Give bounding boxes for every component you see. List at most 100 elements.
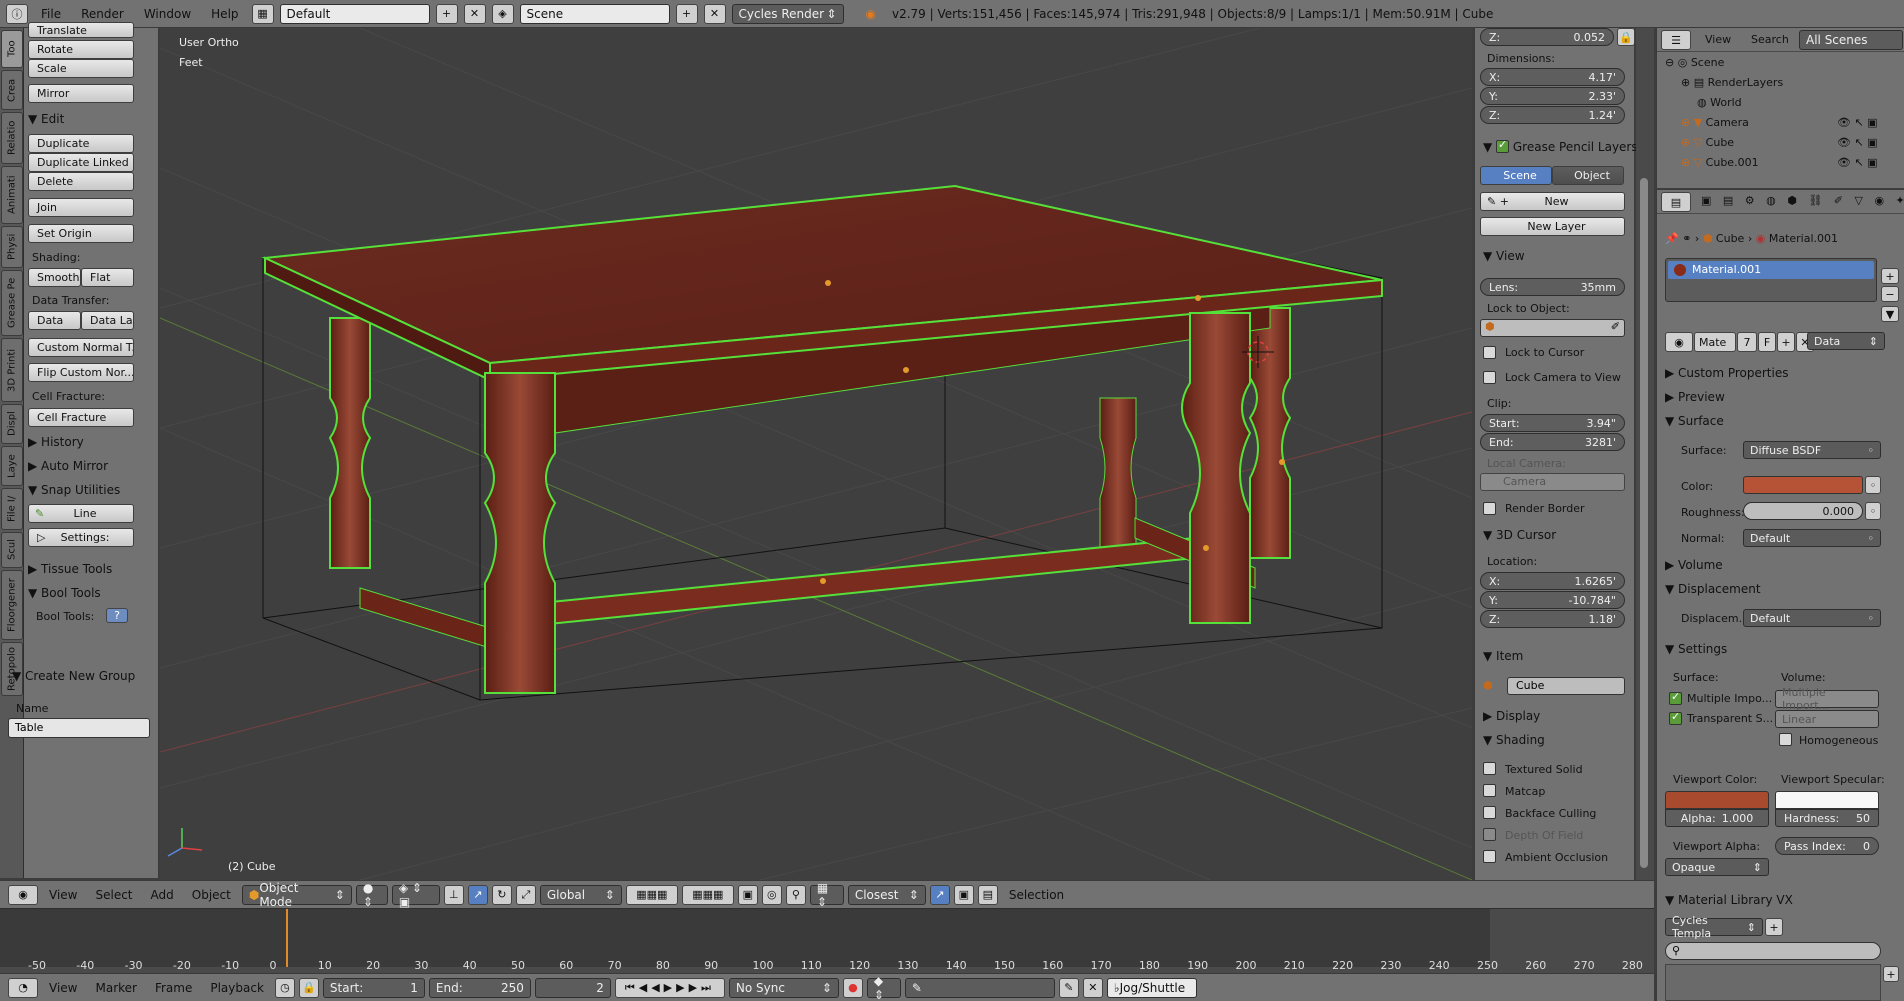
cursor-z-field[interactable]: Z: 1.18' (1480, 610, 1625, 628)
render-border-checkbox[interactable] (1483, 502, 1496, 515)
pass-index-field[interactable]: Pass Index: 0 (1775, 837, 1879, 855)
delete-keyframe-icon[interactable]: ✕ (1082, 977, 1103, 998)
remove-slot-icon[interactable]: − (1881, 286, 1899, 302)
snap-settings-button[interactable]: ▷ Settings: (28, 528, 134, 547)
custom-properties-header[interactable]: ▶ Custom Properties (1665, 366, 1788, 380)
3d-viewport[interactable]: User Ortho Feet (2) Cube (160, 28, 1472, 880)
scrollbar-thumb[interactable] (1640, 178, 1648, 868)
data-layout-button[interactable]: Data La (81, 311, 134, 330)
add-layout-icon[interactable]: + (435, 3, 458, 24)
pivot-select[interactable]: ◈ ⇕ ▣ (391, 881, 440, 909)
menu-frame[interactable]: Frame (148, 981, 199, 995)
start-frame-field[interactable]: Start: 1 (322, 977, 425, 998)
3d-view-editor-icon[interactable]: ◉ (8, 884, 38, 905)
custom-normal-button[interactable]: Custom Normal T... (28, 338, 134, 357)
matcap-checkbox[interactable] (1483, 784, 1496, 797)
material-slot[interactable]: Material.001 (1668, 261, 1874, 279)
node-link-icon[interactable]: ◦ (1865, 476, 1881, 494)
scene-select[interactable]: Scene (519, 3, 670, 24)
tab-file-io[interactable]: File I/ (1, 488, 23, 530)
material-slot-list[interactable]: Material.001 (1665, 258, 1877, 302)
material-name-field[interactable]: Mate (1694, 332, 1736, 352)
tab-3d-printing[interactable]: 3D Printi (1, 338, 23, 402)
new-material-icon[interactable]: + (1777, 332, 1795, 352)
settings-header[interactable]: ▼ Settings (1665, 642, 1727, 656)
cursor-x-field[interactable]: X: 1.6265' (1480, 572, 1625, 590)
tab-physics[interactable]: Physi (1, 226, 23, 268)
keying-set-field[interactable]: ✎ (904, 977, 1055, 998)
auto-mirror-panel-header[interactable]: ▶ Auto Mirror (28, 459, 108, 473)
local-camera-input[interactable]: Camera (1480, 473, 1625, 491)
mode-select[interactable]: ⬢ Object Mode ⇕ (241, 881, 352, 909)
material-browse-icon[interactable]: ◉ (1665, 332, 1693, 352)
table-mesh[interactable] (261, 184, 1383, 694)
link-select[interactable]: Data ⇕ (1807, 332, 1885, 350)
bool-tools-panel-header[interactable]: ▼ Bool Tools (28, 586, 101, 600)
add-slot-icon[interactable]: + (1881, 268, 1899, 284)
npanel-scrollbar[interactable] (1636, 28, 1654, 880)
node-link-icon[interactable]: ◦ (1865, 502, 1881, 520)
tab-create[interactable]: Crea (1, 70, 23, 110)
menu-add[interactable]: Add (144, 888, 181, 902)
tissue-tools-panel-header[interactable]: ▶ Tissue Tools (28, 562, 112, 576)
volume-interpolation-select[interactable]: Linear (1775, 710, 1879, 728)
join-button[interactable]: Join (28, 198, 134, 217)
lock-cursor-checkbox[interactable] (1483, 346, 1496, 359)
history-panel-header[interactable]: ▶ History (28, 435, 84, 449)
outliner-item-world[interactable]: ◍ World (1697, 96, 1742, 109)
roughness-field[interactable]: 0.000 (1743, 502, 1863, 520)
jog-shuttle-button[interactable]: ♭ Jog/Shuttle (1106, 977, 1197, 998)
snap-element-select[interactable]: ▦ ⇕ (809, 881, 844, 909)
grease-pencil-checkbox[interactable] (1496, 138, 1510, 153)
menu-file[interactable]: File (34, 7, 68, 21)
preview-range-icon[interactable]: ◷ (274, 977, 295, 998)
normal-select[interactable]: Default ◦ (1743, 529, 1881, 547)
tab-display[interactable]: Displ (1, 404, 23, 444)
outliner-item-scene[interactable]: ⊖ ◎ Scene (1665, 56, 1724, 69)
clip-start-field[interactable]: Start: 3.94" (1480, 414, 1625, 432)
delete-button[interactable]: Delete (28, 172, 134, 191)
menu-render[interactable]: Render (74, 7, 131, 21)
lens-field[interactable]: Lens: 35mm (1480, 278, 1625, 296)
ambient-occlusion-checkbox[interactable] (1483, 850, 1496, 863)
3d-cursor-panel-header[interactable]: ▼ 3D Cursor (1483, 528, 1556, 542)
record-icon[interactable]: ● (842, 977, 863, 998)
outliner-view-menu[interactable]: View (1705, 33, 1731, 46)
gp-new-layer-button[interactable]: New Layer (1480, 217, 1625, 236)
visibility-eye-icon[interactable]: 👁 ↖ ▣ (1837, 136, 1878, 149)
snap-icon[interactable]: ⚲ (785, 884, 806, 905)
duplicate-linked-button[interactable]: Duplicate Linked (28, 153, 134, 172)
outliner-search-menu[interactable]: Search (1751, 33, 1789, 46)
color-swatch[interactable] (1743, 476, 1863, 494)
displacement-select[interactable]: Default ◦ (1743, 609, 1881, 627)
scene-icon[interactable]: ◈ (491, 3, 514, 24)
render-engine-select[interactable]: Cycles Render ⇕ (731, 3, 844, 24)
fake-user-button[interactable]: F (1758, 332, 1776, 352)
properties-editor-icon[interactable]: ▤ (1661, 192, 1691, 212)
display-panel-header[interactable]: ▶ Display (1483, 709, 1540, 723)
tab-tools[interactable]: Too (1, 30, 23, 68)
remove-layout-icon[interactable]: ✕ (463, 3, 486, 24)
layout-icon[interactable]: ▦ (251, 3, 274, 24)
group-name-input[interactable]: Table (8, 718, 150, 738)
duplicate-button[interactable]: Duplicate (28, 134, 134, 153)
viewport-specular-swatch[interactable] (1775, 791, 1879, 809)
depth-of-field-checkbox[interactable] (1483, 828, 1496, 841)
outliner-filter-select[interactable]: All Scenes (1799, 30, 1903, 50)
menu-window[interactable]: Window (137, 7, 198, 21)
timeline-editor-icon[interactable]: ◔ (8, 977, 38, 998)
playback-controls[interactable]: ⏮◀◀▶▶▶⏭ (614, 977, 725, 998)
lock-icon[interactable]: 🔒 (1617, 28, 1635, 46)
alpha-field[interactable]: Alpha: 1.000 (1665, 809, 1769, 827)
create-group-panel-header[interactable]: ▼ Create New Group (12, 669, 135, 683)
sync-select[interactable]: No Sync ⇕ (728, 977, 839, 998)
visibility-eye-icon[interactable]: 👁 ↖ ▣ (1837, 116, 1878, 129)
menu-playback[interactable]: Playback (203, 981, 271, 995)
proportional-edit-icon[interactable]: ◎ (761, 884, 782, 905)
outliner-item-cube[interactable]: ⊕ ▽ Cube (1681, 136, 1734, 149)
mirror-button[interactable]: Mirror (28, 84, 134, 103)
layers-grid-icon[interactable]: ▦▦▦ (681, 884, 734, 905)
library-search-input[interactable]: ⚲ (1665, 942, 1881, 960)
snap-target-select[interactable]: Closest ⇕ (847, 884, 926, 905)
menu-timeline-view[interactable]: View (42, 981, 84, 995)
